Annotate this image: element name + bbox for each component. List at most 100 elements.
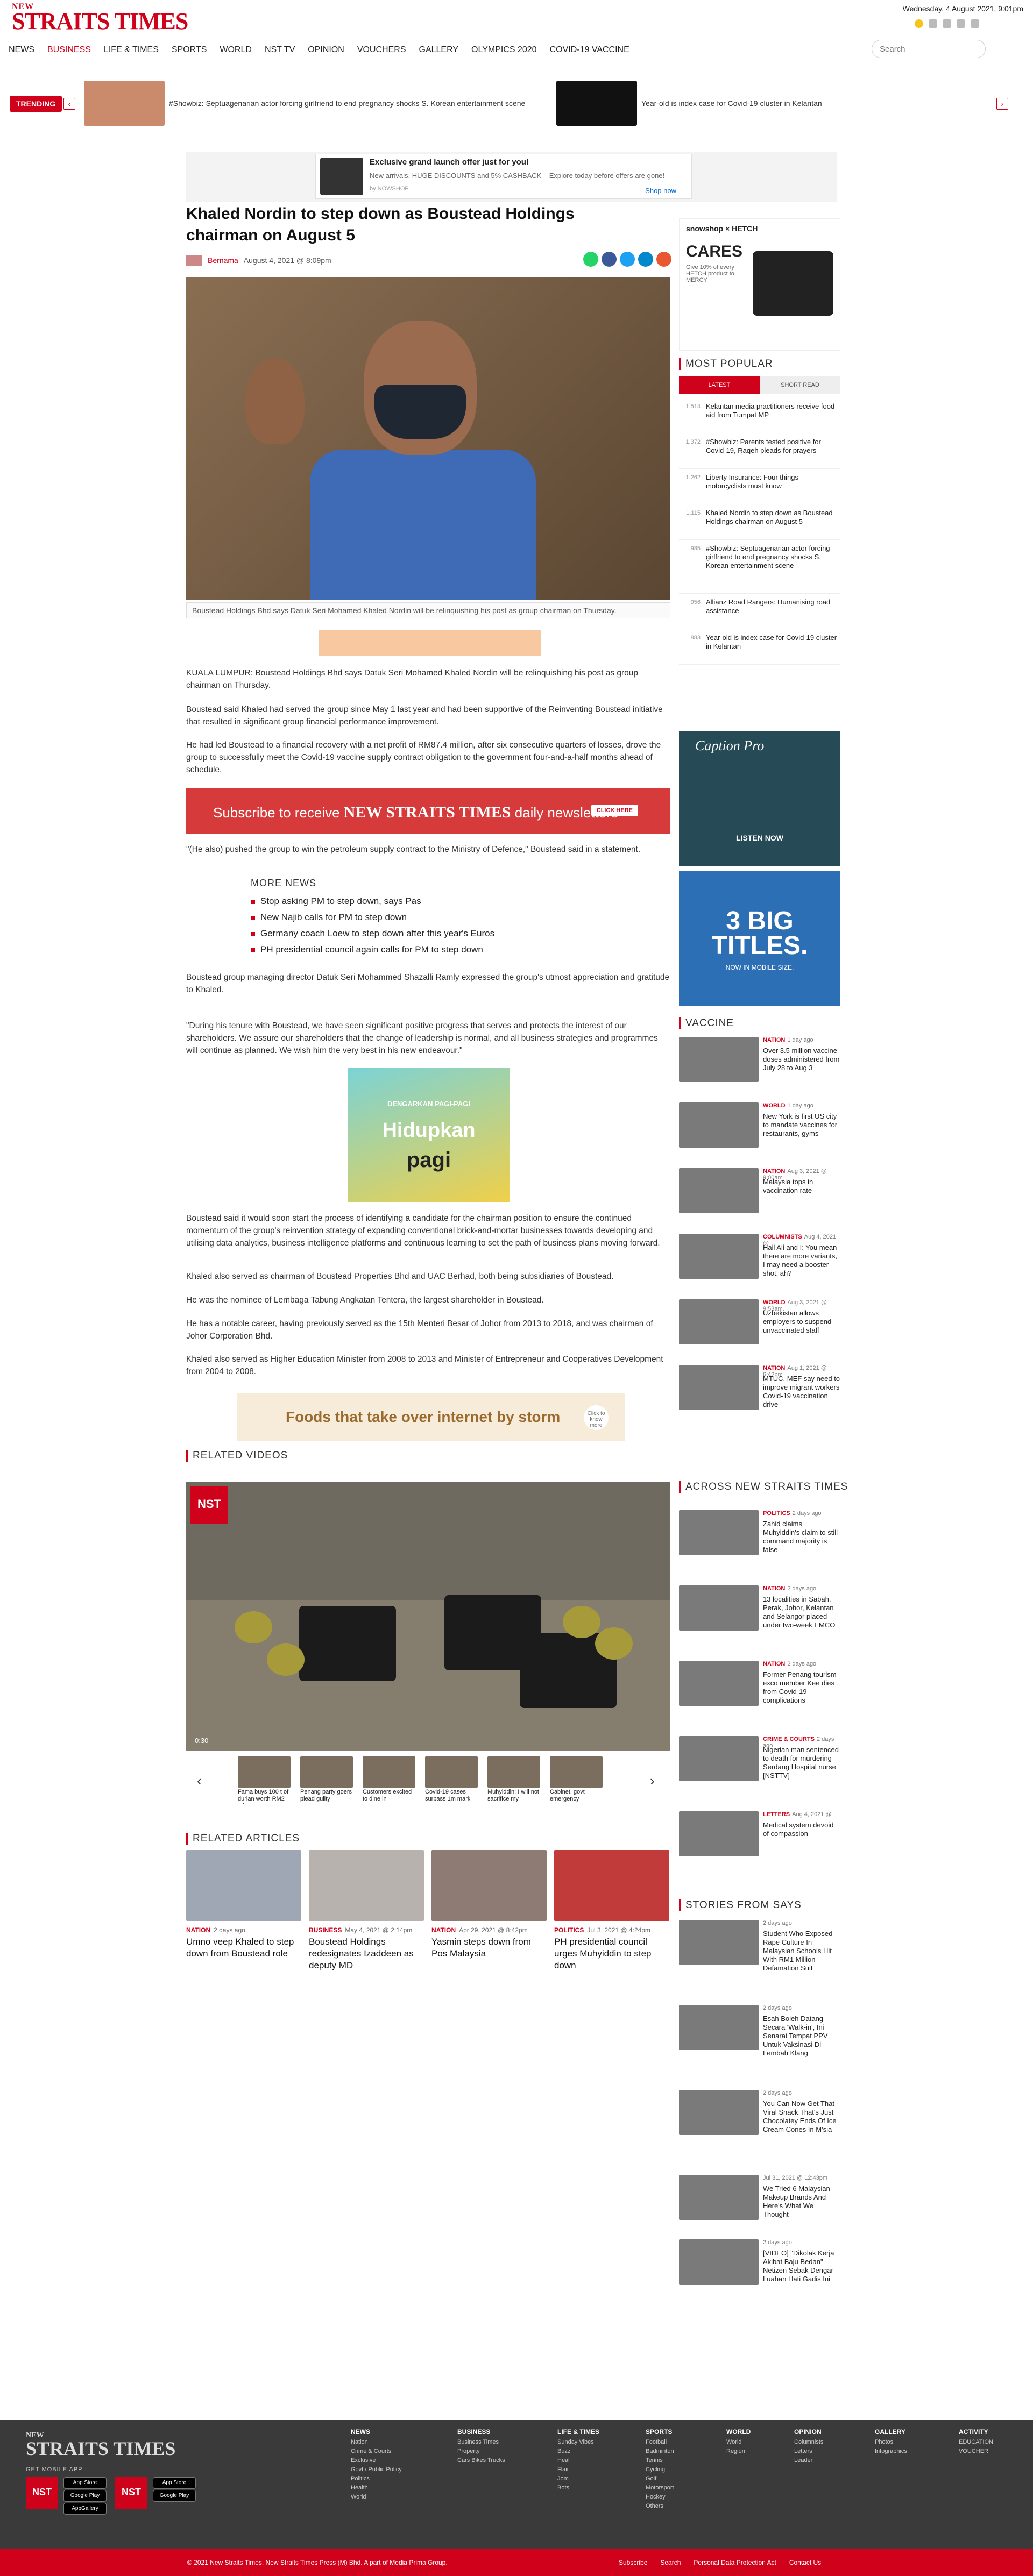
- across-item[interactable]: NATION 2 days ago Former Penang tourism ex…: [679, 1656, 840, 1732]
- carousel-prev-icon[interactable]: ‹: [197, 1773, 202, 1789]
- category-tag[interactable]: WORLD: [763, 1102, 786, 1109]
- more-news-item[interactable]: Germany coach Loew to step down after th…: [251, 926, 552, 942]
- app-store-badge[interactable]: App Store: [63, 2477, 107, 2489]
- trending-next-icon[interactable]: ›: [996, 98, 1008, 110]
- category-tag[interactable]: BUSINESS: [309, 1926, 342, 1934]
- ad-small[interactable]: [319, 630, 541, 656]
- nst-app-icon[interactable]: NST: [26, 2477, 58, 2509]
- related-article-title[interactable]: Boustead Holdings redesignates Izaddeen …: [309, 1936, 424, 1972]
- says-title-text[interactable]: [VIDEO] "Dikolak Kerja Akibat Baju Bedan…: [763, 2249, 840, 2283]
- footer-link[interactable]: Photos: [875, 2438, 907, 2447]
- popular-item-title[interactable]: #Showbiz: Parents tested positive for Co…: [706, 438, 840, 455]
- nav-opinion[interactable]: OPINION: [301, 41, 351, 59]
- facebook-icon[interactable]: [929, 19, 937, 28]
- ad-banner-cta[interactable]: Click to know more: [584, 1405, 609, 1430]
- vaccine-item[interactable]: WORLD 1 day ago New York is first US city …: [679, 1098, 840, 1164]
- instagram-icon[interactable]: [957, 19, 965, 28]
- nav-business[interactable]: BUSINESS: [41, 41, 97, 59]
- popular-item[interactable]: 985 #Showbiz: Septuagenarian actor forcin…: [679, 540, 840, 594]
- footer-link[interactable]: Hockey: [646, 2493, 674, 2502]
- footer-link[interactable]: Golf: [646, 2474, 674, 2484]
- popular-item[interactable]: 883 Year-old is index case for Covid-19 c…: [679, 629, 840, 665]
- footer-link[interactable]: World: [726, 2438, 751, 2447]
- more-share-icon[interactable]: [656, 252, 671, 267]
- related-article[interactable]: POLITICS Jul 3, 2021 @ 4:24pm PH presiden…: [554, 1850, 669, 1972]
- more-news-item[interactable]: PH presidential council again calls for …: [251, 942, 552, 958]
- footer-pdpa-link[interactable]: Personal Data Protection Act: [694, 2559, 776, 2566]
- video-thumb[interactable]: Covid-19 cases surpass 1m mark: [425, 1756, 478, 1804]
- search-input[interactable]: [872, 40, 986, 58]
- footer-link[interactable]: Cars Bikes Trucks: [457, 2456, 505, 2465]
- tab-latest[interactable]: LATEST: [679, 376, 760, 394]
- footer-link[interactable]: Leader: [794, 2456, 823, 2465]
- video-thumb[interactable]: Penang party goers plead guilty: [300, 1756, 353, 1804]
- category-tag[interactable]: LETTERS: [763, 1811, 790, 1818]
- footer-col-heading[interactable]: GALLERY: [875, 2428, 907, 2437]
- footer-col-heading[interactable]: OPINION: [794, 2428, 823, 2437]
- footer-link[interactable]: Health: [351, 2484, 402, 2493]
- footer-link[interactable]: Infographics: [875, 2447, 907, 2456]
- footer-link[interactable]: Crime & Courts: [351, 2447, 402, 2456]
- footer-link[interactable]: Govt / Public Policy: [351, 2465, 402, 2474]
- ad-square[interactable]: DENGARKAN PAGI-PAGI Hidupkan pagi: [348, 1068, 510, 1202]
- trending-thumb[interactable]: [84, 81, 165, 126]
- popular-item[interactable]: 956 Allianz Road Rangers: Humanising road…: [679, 594, 840, 629]
- site-logo[interactable]: NEW STRAITS TIMES: [12, 3, 188, 33]
- nav-life-times[interactable]: LIFE & TIMES: [97, 41, 165, 59]
- app-store-badge[interactable]: App Store: [153, 2477, 196, 2489]
- footer-col-heading[interactable]: BUSINESS: [457, 2428, 505, 2437]
- video-thumb[interactable]: Cabinet, govt emergency: [550, 1756, 603, 1804]
- across-title-text[interactable]: 13 localities in Sabah, Perak, Johor, Ke…: [763, 1595, 840, 1629]
- says-title-text[interactable]: You Can Now Get That Viral Snack That's …: [763, 2100, 840, 2134]
- ad-cta[interactable]: LISTEN NOW: [679, 834, 840, 842]
- nav-sports[interactable]: SPORTS: [165, 41, 214, 59]
- footer-link[interactable]: Politics: [351, 2474, 402, 2484]
- vaccine-item[interactable]: COLUMNISTS Aug 4, 2021 @ Hail Ali and I: Y…: [679, 1229, 840, 1295]
- footer-link[interactable]: Heal: [557, 2456, 599, 2465]
- footer-link[interactable]: Others: [646, 2502, 674, 2511]
- vaccine-title-text[interactable]: New York is first US city to mandate vac…: [763, 1112, 840, 1138]
- vaccine-item[interactable]: NATION 1 day ago Over 3.5 million vaccine …: [679, 1033, 840, 1098]
- across-title-text[interactable]: Zahid claims Muhyiddin's claim to still …: [763, 1520, 840, 1554]
- popular-item-title[interactable]: Kelantan media practitioners receive foo…: [706, 402, 840, 419]
- footer-link[interactable]: Property: [457, 2447, 505, 2456]
- trending-item[interactable]: Year-old is index case for Covid-19 clus…: [641, 99, 822, 108]
- ad-shop-link[interactable]: Shop now: [645, 187, 676, 195]
- popular-item-title[interactable]: #Showbiz: Septuagenarian actor forcing g…: [706, 544, 840, 570]
- carousel-next-icon[interactable]: ›: [650, 1773, 655, 1789]
- popular-item[interactable]: 1,372 #Showbiz: Parents tested positive f…: [679, 433, 840, 469]
- related-article[interactable]: NATION 2 days ago Umno veep Khaled to ste…: [186, 1850, 301, 1960]
- author-name[interactable]: Bernama: [208, 256, 238, 265]
- rss-icon[interactable]: [971, 19, 979, 28]
- popular-item-title[interactable]: Khaled Nordin to step down as Boustead H…: [706, 509, 840, 526]
- footer-link[interactable]: Jom: [557, 2474, 599, 2484]
- google-play-badge[interactable]: Google Play: [153, 2490, 196, 2502]
- related-article-title[interactable]: PH presidential council urges Muhyiddin …: [554, 1936, 669, 1972]
- across-title-text[interactable]: Medical system devoid of compassion: [763, 1821, 840, 1838]
- says-item[interactable]: 2 days ago Esah Boleh Datang Secara 'Walk…: [679, 2001, 840, 2086]
- popular-item[interactable]: 1,115 Khaled Nordin to step down as Boust…: [679, 504, 840, 540]
- footer-link[interactable]: Tennis: [646, 2456, 674, 2465]
- newsletter-banner[interactable]: Subscribe to receive NEW STRAITS TIMES d…: [186, 788, 670, 834]
- footer-col-heading[interactable]: ACTIVITY: [959, 2428, 993, 2437]
- says-item[interactable]: 2 days ago [VIDEO] "Dikolak Kerja Akibat …: [679, 2235, 840, 2305]
- footer-link[interactable]: Buzz: [557, 2447, 599, 2456]
- footer-col-heading[interactable]: SPORTS: [646, 2428, 674, 2437]
- facebook-share-icon[interactable]: [602, 252, 617, 267]
- says-item[interactable]: Jul 31, 2021 @ 12:43pm We Tried 6 Malaysi…: [679, 2171, 840, 2235]
- trending-thumb[interactable]: [556, 81, 637, 126]
- sidebar-ad-cares[interactable]: snowshop × HETCH CARES Give 10% of every…: [679, 218, 840, 351]
- category-tag[interactable]: NATION: [431, 1926, 456, 1934]
- sidebar-ad-radio[interactable]: Caption Pro LISTEN NOW: [679, 731, 840, 866]
- nav-olympics[interactable]: OLYMPICS 2020: [465, 41, 543, 59]
- vaccine-item[interactable]: WORLD Aug 3, 2021 @ 9:53am Uzbekistan allo…: [679, 1295, 840, 1361]
- vaccine-title-text[interactable]: Hail Ali and I: You mean there are more …: [763, 1243, 840, 1278]
- category-tag[interactable]: NATION: [763, 1661, 785, 1667]
- says-title-text[interactable]: We Tried 6 Malaysian Makeup Brands And H…: [763, 2184, 840, 2219]
- video-player[interactable]: NST 0:30: [186, 1482, 670, 1751]
- category-tag[interactable]: POLITICS: [554, 1926, 584, 1934]
- footer-link[interactable]: VOUCHER: [959, 2447, 993, 2456]
- across-item[interactable]: POLITICS 2 days ago Zahid claims Muhyiddin…: [679, 1506, 840, 1581]
- popular-item-title[interactable]: Allianz Road Rangers: Humanising road as…: [706, 598, 840, 615]
- footer-link[interactable]: Exclusive: [351, 2456, 402, 2465]
